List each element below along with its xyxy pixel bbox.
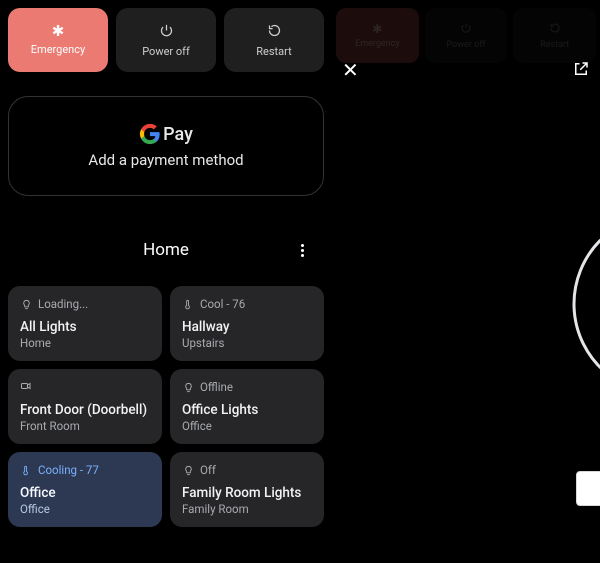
power-row: ✱ Emergency Power off Restart <box>8 8 324 72</box>
bulb-icon <box>182 464 194 476</box>
thermostat-icon <box>20 464 32 476</box>
thermostat-panel: ✱ Emergency Power off Restart ✕ <box>332 0 600 563</box>
dim-power-row: ✱ Emergency Power off Restart <box>336 8 596 63</box>
restart-label: Restart <box>256 45 291 58</box>
dimmed-background: ✱ Emergency Power off Restart ✕ <box>332 0 600 88</box>
tile-status-text: Loading... <box>38 297 88 311</box>
thermostat-dial[interactable]: 77 − + <box>559 196 600 406</box>
tile-status: Cool - 76 <box>182 297 312 311</box>
emergency-icon: ✱ <box>372 22 382 36</box>
restart-label: Restart <box>540 40 569 50</box>
emergency-label: Emergency <box>31 43 85 56</box>
power-icon <box>159 23 174 41</box>
device-tile-office-thermostat[interactable]: Cooling - 77 Office Office <box>8 452 162 527</box>
tile-status: Loading... <box>20 297 150 311</box>
google-g-icon <box>139 123 161 145</box>
tile-room: Office <box>182 419 312 433</box>
tile-name: All Lights <box>20 319 150 335</box>
thermostat-icon <box>182 298 194 310</box>
tile-status-text: Off <box>200 463 216 477</box>
bulb-icon <box>182 381 194 393</box>
restart-icon <box>549 22 561 37</box>
power-icon <box>460 22 472 37</box>
emergency-icon: ✱ <box>52 24 65 39</box>
mode-button[interactable]: Cool mode <box>576 471 600 506</box>
restart-button[interactable]: Restart <box>224 8 324 72</box>
device-tile-family-room-lights[interactable]: Off Family Room Lights Family Room <box>170 452 324 527</box>
device-tile-front-door[interactable]: Front Door (Doorbell) Front Room <box>8 369 162 444</box>
tile-name: Family Room Lights <box>182 485 312 501</box>
tile-status: Offline <box>182 380 312 394</box>
tile-status: Cooling - 77 <box>20 463 150 477</box>
power-off-label: Power off <box>447 40 486 50</box>
tile-room: Front Room <box>20 419 150 433</box>
device-tile-hallway[interactable]: Cool - 76 Hallway Upstairs <box>170 286 324 361</box>
close-icon[interactable]: ✕ <box>342 58 359 82</box>
gpay-brand-text: Pay <box>163 124 193 145</box>
tile-status <box>20 380 150 392</box>
tile-status-text: Cool - 76 <box>200 297 245 311</box>
tile-room: Family Room <box>182 502 312 516</box>
home-title: Home <box>143 240 189 260</box>
gpay-logo: Pay <box>139 123 193 145</box>
device-tile-grid: Loading... All Lights Home Cool - 76 Hal… <box>8 286 324 527</box>
gpay-subtext: Add a payment method <box>88 151 243 169</box>
temp-adjust-row: − + <box>559 362 600 398</box>
home-header: Home <box>8 234 324 266</box>
emergency-label: Emergency <box>355 39 400 49</box>
power-off-button-dim: Power off <box>425 8 508 63</box>
restart-button-dim: Restart <box>513 8 596 63</box>
tile-room: Upstairs <box>182 336 312 350</box>
tile-name: Office Lights <box>182 402 312 418</box>
power-off-button[interactable]: Power off <box>116 8 216 72</box>
tile-name: Front Door (Doorbell) <box>20 402 150 418</box>
bulb-icon <box>20 298 32 310</box>
gpay-card[interactable]: Pay Add a payment method <box>8 96 324 196</box>
tile-status: Off <box>182 463 312 477</box>
tile-status-text: Cooling - 77 <box>38 463 99 477</box>
restart-icon <box>267 23 282 41</box>
camera-icon <box>20 380 32 392</box>
emergency-button[interactable]: ✱ Emergency <box>8 8 108 72</box>
tile-name: Office <box>20 485 150 501</box>
power-menu-panel: ✱ Emergency Power off Restart <box>0 0 332 563</box>
tile-status-text: Offline <box>200 380 233 394</box>
device-tile-all-lights[interactable]: Loading... All Lights Home <box>8 286 162 361</box>
more-icon[interactable] <box>290 238 314 262</box>
device-tile-office-lights[interactable]: Offline Office Lights Office <box>170 369 324 444</box>
tile-name: Hallway <box>182 319 312 335</box>
tile-room: Office <box>20 502 150 516</box>
tile-room: Home <box>20 336 150 350</box>
emergency-button-dim: ✱ Emergency <box>336 8 419 63</box>
open-external-icon[interactable] <box>572 60 590 82</box>
power-off-label: Power off <box>142 45 190 58</box>
